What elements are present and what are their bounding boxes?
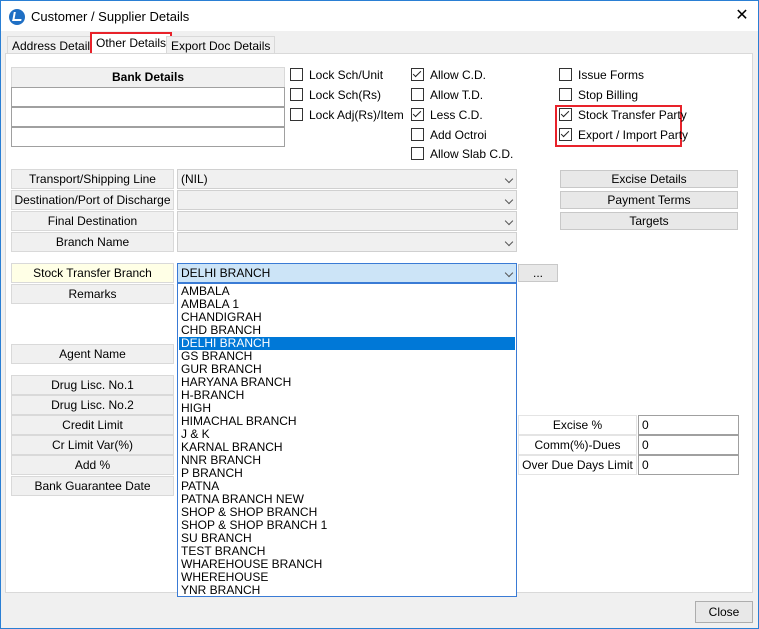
tab-other-details[interactable]: Other Details bbox=[90, 32, 173, 55]
comm-dues-input[interactable]: 0 bbox=[638, 435, 739, 455]
lock-sch-rs-checkbox[interactable]: Lock Sch(Rs) bbox=[290, 88, 381, 104]
excise-details-button[interactable]: Excise Details bbox=[560, 170, 738, 188]
agent-name-label: Agent Name bbox=[11, 344, 174, 364]
checkbox-box bbox=[559, 108, 572, 122]
checkbox-box bbox=[290, 108, 303, 122]
chevron-down-icon bbox=[504, 174, 514, 184]
chevron-down-icon bbox=[504, 268, 514, 278]
excise-pct-input[interactable]: 0 bbox=[638, 415, 739, 435]
bank-details-line-3[interactable] bbox=[11, 127, 285, 147]
over-due-days-label: Over Due Days Limit bbox=[518, 455, 637, 475]
chevron-down-icon bbox=[504, 216, 514, 226]
checkbox-label: Stock Transfer Party bbox=[578, 108, 687, 122]
stock-transfer-party-checkbox[interactable]: Stock Transfer Party bbox=[559, 108, 687, 124]
issue-forms-checkbox[interactable]: Issue Forms bbox=[559, 68, 644, 84]
add-octroi-checkbox[interactable]: Add Octroi bbox=[411, 128, 487, 144]
checkbox-label: Lock Sch(Rs) bbox=[309, 88, 382, 102]
dropdown-option[interactable]: P BRANCH bbox=[179, 467, 515, 480]
chevron-down-icon bbox=[504, 237, 514, 247]
destination-label: Destination/Port of Discharge bbox=[11, 190, 174, 210]
checkbox-box bbox=[290, 68, 303, 82]
checkbox-box bbox=[411, 88, 424, 102]
window-close-button[interactable]: ✕ bbox=[731, 5, 753, 27]
stock-transfer-branch-label: Stock Transfer Branch bbox=[11, 263, 174, 283]
checkbox-box bbox=[290, 88, 303, 102]
stock-transfer-branch-select[interactable]: DELHI BRANCH bbox=[177, 263, 517, 283]
checkbox-label: Export / Import Party bbox=[578, 128, 689, 142]
lock-adj-rs-item-checkbox[interactable]: Lock Adj(Rs)/Item bbox=[290, 108, 404, 124]
stock-transfer-branch-value: DELHI BRANCH bbox=[181, 266, 271, 280]
branch-dropdown-list[interactable]: AMBALA AMBALA 1 CHANDIGRAH CHD BRANCH DELHI … bbox=[177, 283, 517, 597]
allow-slab-cd-checkbox[interactable]: Allow Slab C.D. bbox=[411, 147, 513, 163]
cr-limit-var-label: Cr Limit Var(%) bbox=[11, 435, 174, 455]
comm-dues-label: Comm(%)-Dues bbox=[518, 435, 637, 455]
remarks-label: Remarks bbox=[11, 284, 174, 304]
branch-name-label: Branch Name bbox=[11, 232, 174, 252]
excise-pct-label: Excise % bbox=[518, 415, 637, 435]
dropdown-option[interactable]: H-BRANCH bbox=[179, 389, 515, 402]
checkbox-label: Less C.D. bbox=[430, 108, 483, 122]
lock-sch-unit-checkbox[interactable]: Lock Sch/Unit bbox=[290, 68, 383, 84]
branch-name-select[interactable] bbox=[177, 232, 517, 252]
checkbox-box bbox=[411, 68, 424, 82]
checkbox-label: Allow T.D. bbox=[430, 88, 484, 102]
checkbox-label: Issue Forms bbox=[578, 68, 645, 82]
checkbox-box bbox=[411, 128, 424, 142]
stock-transfer-branch-browse-button[interactable]: ... bbox=[518, 264, 558, 282]
checkbox-box bbox=[411, 147, 424, 161]
checkbox-label: Lock Sch/Unit bbox=[309, 68, 384, 82]
chevron-down-icon bbox=[504, 195, 514, 205]
window-title: Customer / Supplier Details bbox=[31, 9, 190, 24]
checkbox-box bbox=[559, 68, 572, 82]
title-bar: Customer / Supplier Details ✕ bbox=[1, 1, 758, 31]
checkbox-label: Lock Adj(Rs)/Item bbox=[309, 108, 404, 122]
checkbox-box bbox=[559, 128, 572, 142]
bank-details-header: Bank Details bbox=[11, 67, 285, 88]
checkbox-label: Stop Billing bbox=[578, 88, 639, 102]
close-button[interactable]: Close bbox=[695, 601, 753, 623]
allow-cd-checkbox[interactable]: Allow C.D. bbox=[411, 68, 486, 84]
drug-lisc-no1-label: Drug Lisc. No.1 bbox=[11, 375, 174, 395]
less-cd-checkbox[interactable]: Less C.D. bbox=[411, 108, 483, 124]
transport-label: Transport/Shipping Line bbox=[11, 169, 174, 189]
dropdown-option[interactable]: HIMACHAL BRANCH bbox=[179, 415, 515, 428]
checkbox-label: Add Octroi bbox=[430, 128, 487, 142]
allow-td-checkbox[interactable]: Allow T.D. bbox=[411, 88, 483, 104]
export-import-party-checkbox[interactable]: Export / Import Party bbox=[559, 128, 688, 144]
targets-button[interactable]: Targets bbox=[560, 212, 738, 230]
transport-value: (NIL) bbox=[181, 172, 208, 186]
final-destination-select[interactable] bbox=[177, 211, 517, 231]
add-pct-label: Add % bbox=[11, 455, 174, 475]
credit-limit-label: Credit Limit bbox=[11, 415, 174, 435]
dropdown-option[interactable]: YNR BRANCH bbox=[179, 584, 515, 597]
bank-details-line-1[interactable] bbox=[11, 87, 285, 107]
over-due-days-input[interactable]: 0 bbox=[638, 455, 739, 475]
transport-select[interactable]: (NIL) bbox=[177, 169, 517, 189]
destination-select[interactable] bbox=[177, 190, 517, 210]
stop-billing-checkbox[interactable]: Stop Billing bbox=[559, 88, 638, 104]
final-destination-label: Final Destination bbox=[11, 211, 174, 231]
checkbox-label: Allow Slab C.D. bbox=[430, 147, 514, 161]
bank-details-line-2[interactable] bbox=[11, 107, 285, 127]
drug-lisc-no2-label: Drug Lisc. No.2 bbox=[11, 395, 174, 415]
checkbox-box bbox=[411, 108, 424, 122]
checkbox-label: Allow C.D. bbox=[430, 68, 487, 82]
payment-terms-button[interactable]: Payment Terms bbox=[560, 191, 738, 209]
bank-guarantee-date-label: Bank Guarantee Date bbox=[11, 476, 174, 496]
app-logo-icon bbox=[9, 9, 25, 25]
checkbox-box bbox=[559, 88, 572, 102]
